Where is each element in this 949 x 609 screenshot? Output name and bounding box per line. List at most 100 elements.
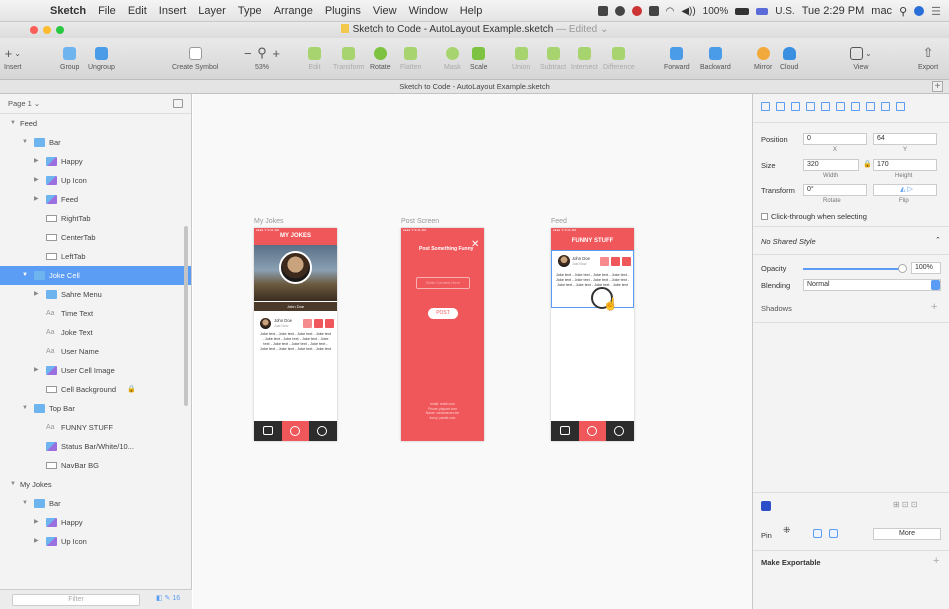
pin-control[interactable]: ⁜ <box>783 525 791 536</box>
share-facebook-icon[interactable] <box>325 319 334 328</box>
joke-input[interactable]: Write Content Here <box>416 277 470 289</box>
layer-item[interactable]: ▶ Feed <box>0 190 191 209</box>
layer-item[interactable]: ▼ Joke Cell <box>0 266 191 285</box>
status-icon-3[interactable] <box>631 6 642 16</box>
align-icon[interactable] <box>881 102 890 111</box>
share-close-icon[interactable] <box>303 319 312 328</box>
disclosure-closed-icon[interactable]: ▶ <box>34 285 39 304</box>
status-icon-1[interactable] <box>597 6 608 16</box>
shared-style-chevron-icon[interactable]: ⌃ <box>935 236 941 244</box>
layer-item[interactable]: ▼ Feed <box>0 114 191 133</box>
layer-item[interactable]: ▶ User Cell Image <box>0 361 191 380</box>
canvas[interactable]: My Jokes ●●●● ᯤ 9:41 AM MY JOKES John Do… <box>193 94 752 609</box>
feed-tab-icon[interactable] <box>263 426 273 435</box>
filter-options[interactable]: ◧ ✎ 16 <box>156 594 180 602</box>
more-button[interactable]: More <box>873 528 941 540</box>
add-shadow-button[interactable]: + <box>931 301 937 313</box>
layer-item[interactable]: LeftTab <box>0 247 191 266</box>
clickthrough-checkbox[interactable] <box>761 213 768 220</box>
disclosure-closed-icon[interactable]: ▶ <box>34 190 39 209</box>
menu-arrange[interactable]: Arrange <box>274 5 313 17</box>
disclosure-closed-icon[interactable]: ▶ <box>34 513 39 532</box>
user-name[interactable]: mac <box>871 5 892 17</box>
share-facebook-icon[interactable] <box>622 257 631 266</box>
rotate-button[interactable]: Rotate <box>370 42 391 71</box>
up-icon[interactable] <box>290 426 300 436</box>
opacity-slider[interactable] <box>803 264 907 273</box>
y-field[interactable]: 64 <box>873 133 937 145</box>
intersect-button[interactable]: Intersect <box>571 42 598 71</box>
clock[interactable]: Tue 2:29 PM <box>802 5 865 17</box>
layer-item[interactable]: ▶ Sahre Menu <box>0 285 191 304</box>
add-tab-button[interactable]: + <box>932 81 943 92</box>
layers-scrollbar[interactable] <box>184 226 188 406</box>
siri-icon[interactable] <box>914 6 925 16</box>
transform-button[interactable]: Transform <box>333 42 365 71</box>
difference-button[interactable]: Difference <box>603 42 635 71</box>
disclosure-open-icon[interactable]: ▼ <box>22 494 28 513</box>
volume-icon[interactable]: ◀)) <box>681 6 695 17</box>
menu-window[interactable]: Window <box>409 5 448 17</box>
share-close-icon[interactable] <box>600 257 609 266</box>
disclosure-open-icon[interactable]: ▼ <box>10 475 16 494</box>
spotlight-icon[interactable]: ⚲ <box>899 5 907 18</box>
lock-ratio-icon[interactable]: 🔒 <box>863 160 872 168</box>
blending-select[interactable]: Normal <box>803 279 941 291</box>
layer-item[interactable]: NavBar BG <box>0 456 191 475</box>
happy-icon[interactable] <box>317 426 327 436</box>
mirror-button[interactable]: Mirror <box>754 42 772 71</box>
layer-item[interactable]: Aa Time Text <box>0 304 191 323</box>
opacity-slider-knob[interactable] <box>898 264 907 273</box>
export-button[interactable]: ⇧ Export <box>918 42 938 71</box>
layer-item[interactable]: ▶ Up Icon <box>0 532 191 551</box>
view-button[interactable]: ⌄ View <box>850 42 872 71</box>
edit-button[interactable]: Edit <box>308 42 321 71</box>
width-field[interactable]: 320 <box>803 159 859 171</box>
share-twitter-icon[interactable] <box>611 257 620 266</box>
menu-type[interactable]: Type <box>238 5 262 17</box>
artboard-post-screen[interactable]: ●●●● ᯤ 9:41 AM Post Something Funny ✕ Wr… <box>401 228 484 441</box>
disclosure-open-icon[interactable]: ▼ <box>22 266 28 285</box>
align-icon[interactable] <box>866 102 875 111</box>
layer-item[interactable]: Aa Joke Text <box>0 323 191 342</box>
menu-edit[interactable]: Edit <box>128 5 147 17</box>
blending-chevron-icon[interactable] <box>931 280 940 290</box>
layer-item[interactable]: Aa FUNNY STUFF <box>0 418 191 437</box>
layer-item[interactable]: Cell Background 🔒 <box>0 380 191 399</box>
align-icon[interactable] <box>836 102 845 111</box>
notification-icon[interactable]: ☰ <box>931 5 941 18</box>
add-page-icon[interactable] <box>173 99 183 108</box>
menu-file[interactable]: File <box>98 5 116 17</box>
fix-width-toggle[interactable] <box>813 529 822 538</box>
page-selector[interactable]: Page 1 ⌄ <box>0 94 191 114</box>
layer-item[interactable]: ▼ Bar <box>0 133 191 152</box>
disclosure-open-icon[interactable]: ▼ <box>22 399 28 418</box>
align-icon[interactable] <box>761 102 770 111</box>
flip-buttons[interactable]: ◭ ▷ <box>873 184 937 196</box>
up-icon[interactable] <box>587 426 597 436</box>
profile-avatar[interactable] <box>279 251 312 284</box>
menu-plugins[interactable]: Plugins <box>325 5 361 17</box>
layer-item[interactable]: Status Bar/White/10... <box>0 437 191 456</box>
disclosure-closed-icon[interactable]: ▶ <box>34 532 39 551</box>
layer-item[interactable]: ▼ Bar <box>0 494 191 513</box>
shared-style-select[interactable]: No Shared Style <box>761 237 816 246</box>
wifi-icon[interactable]: ◠ <box>666 6 675 17</box>
artboard-label-my-jokes[interactable]: My Jokes <box>254 218 284 225</box>
forward-button[interactable]: Forward <box>664 42 690 71</box>
happy-icon[interactable] <box>614 426 624 436</box>
mask-button[interactable]: Mask <box>444 42 461 71</box>
insert-button[interactable]: + ⌄ Insert <box>4 42 22 72</box>
align-icon[interactable] <box>896 102 905 111</box>
post-button[interactable]: POST <box>428 308 458 319</box>
battery-icon[interactable] <box>735 7 750 15</box>
add-export-button[interactable]: + <box>933 555 939 567</box>
bluetooth-icon[interactable] <box>648 6 659 16</box>
align-icon[interactable] <box>776 102 785 111</box>
feed-tab-icon[interactable] <box>560 426 570 435</box>
layer-item[interactable]: CenterTab <box>0 228 191 247</box>
layer-item[interactable]: RightTab <box>0 209 191 228</box>
status-icon-2[interactable] <box>614 6 625 16</box>
close-window-button[interactable] <box>30 26 38 34</box>
layer-item[interactable]: ▶ Happy <box>0 152 191 171</box>
